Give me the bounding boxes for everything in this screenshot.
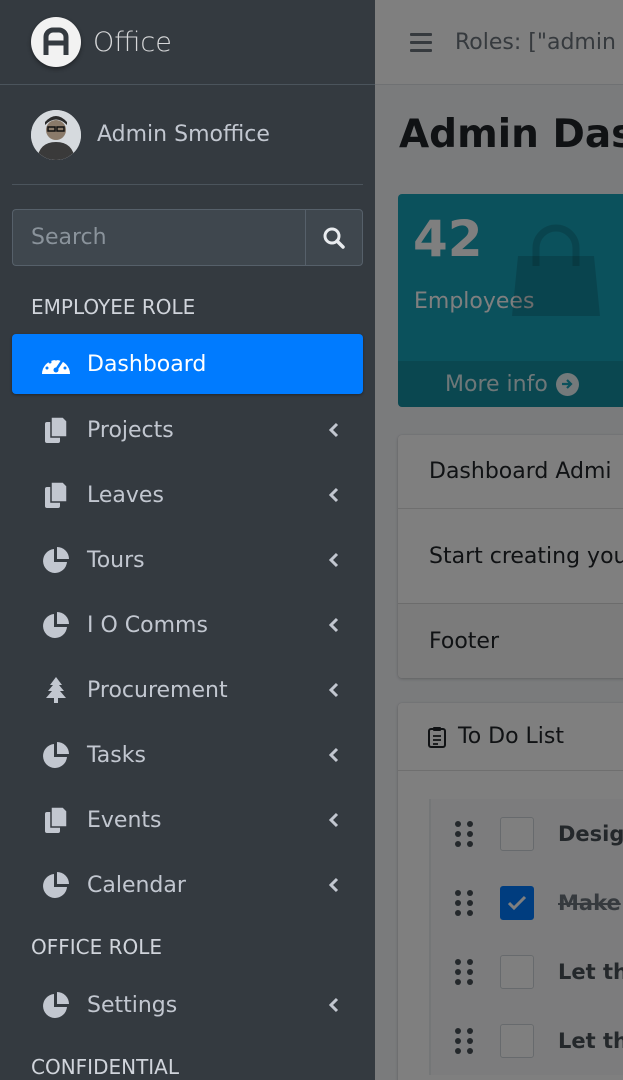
sidebar-item-settings[interactable]: Settings [12, 975, 363, 1035]
sidebar-item-label: Tours [87, 547, 145, 573]
chevron-left-icon [329, 747, 339, 763]
sidebar-item-projects[interactable]: Projects [12, 400, 363, 460]
chevron-left-icon [329, 877, 339, 893]
nav-header-confidential: CONFIDENTIAL [31, 1055, 180, 1079]
sidebar-item-tasks[interactable]: Tasks [12, 725, 363, 785]
copy-icon [41, 806, 71, 834]
search-input[interactable] [12, 209, 305, 266]
sidebar-item-label: Settings [87, 992, 178, 1018]
sidebar-overlay[interactable] [375, 0, 623, 1080]
chart-pie-icon [41, 871, 71, 899]
sidebar-item-label: Calendar [87, 872, 186, 898]
sidebar-item-label: Projects [87, 417, 174, 443]
search-icon [323, 227, 345, 249]
nav-header-office-role: OFFICE ROLE [31, 935, 163, 959]
user-name[interactable]: Admin Smoffice [97, 122, 270, 147]
sidebar-item-label: Events [87, 807, 162, 833]
nav-header-employee-role: EMPLOYEE ROLE [31, 295, 196, 319]
sidebar-item-procurement[interactable]: Procurement [12, 660, 363, 720]
sidebar-item-calendar[interactable]: Calendar [12, 855, 363, 915]
chevron-left-icon [329, 552, 339, 568]
chevron-left-icon [329, 487, 339, 503]
sidebar-search [12, 209, 363, 266]
brand-link[interactable]: Office [0, 0, 375, 85]
chart-pie-icon [41, 741, 71, 769]
copy-icon [41, 481, 71, 509]
sidebar: Office Admin Smoffice EMPLOYEE ROLE [0, 0, 375, 1080]
chevron-left-icon [329, 422, 339, 438]
tachometer-icon [41, 352, 71, 376]
search-button[interactable] [305, 209, 363, 266]
chevron-left-icon [329, 812, 339, 828]
copy-icon [41, 416, 71, 444]
sidebar-item-leaves[interactable]: Leaves [12, 465, 363, 525]
avatar[interactable] [31, 109, 81, 160]
sidebar-item-label: I O Comms [87, 612, 208, 638]
chart-pie-icon [41, 611, 71, 639]
sidebar-item-label: Tasks [87, 742, 146, 768]
brand-name: Office [93, 26, 172, 58]
sidebar-item-label: Leaves [87, 482, 164, 508]
sidebar-item-label: Procurement [87, 677, 228, 703]
sidebar-item-tours[interactable]: Tours [12, 530, 363, 590]
chevron-left-icon [329, 617, 339, 633]
chevron-left-icon [329, 997, 339, 1013]
sidebar-item-events[interactable]: Events [12, 790, 363, 850]
user-panel: Admin Smoffice [12, 85, 363, 185]
chart-pie-icon [41, 991, 71, 1019]
chart-pie-icon [41, 546, 71, 574]
brand-logo [31, 17, 81, 67]
chevron-left-icon [329, 682, 339, 698]
tree-icon [41, 676, 71, 704]
sidebar-item-io-comms[interactable]: I O Comms [12, 595, 363, 655]
sidebar-item-dashboard[interactable]: Dashboard [12, 334, 363, 394]
sidebar-item-label: Dashboard [87, 351, 207, 377]
